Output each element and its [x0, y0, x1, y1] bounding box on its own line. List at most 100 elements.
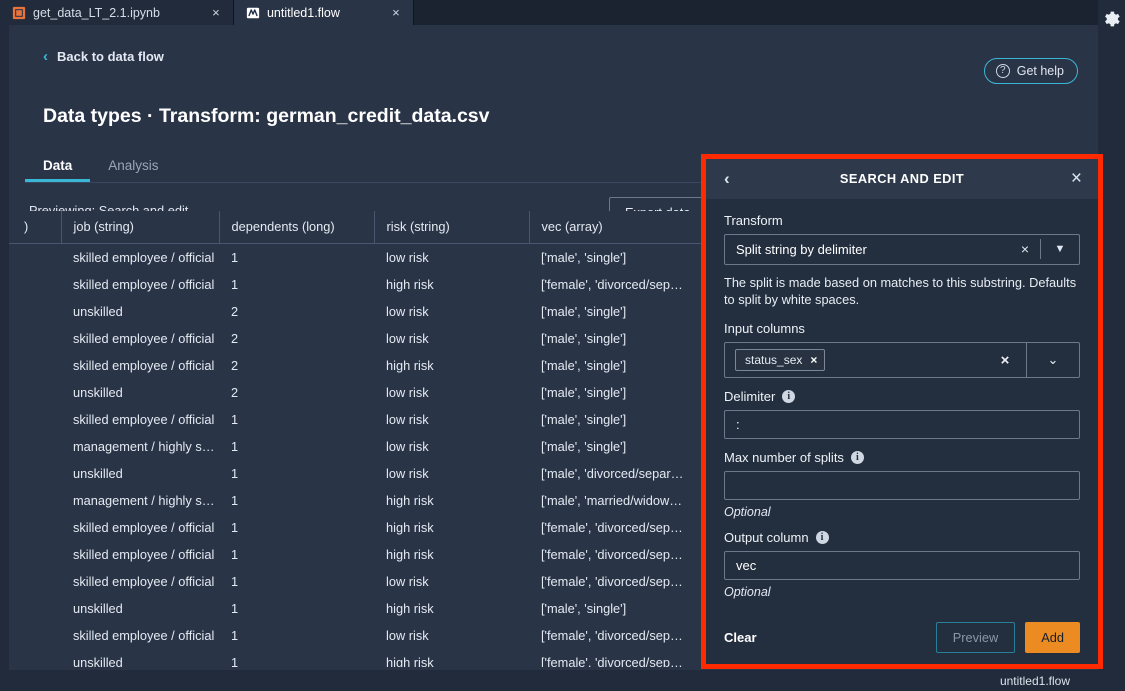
status-bar-filename: untitled1.flow — [999, 673, 1070, 688]
max-splits-field-label: Max number of splits i — [724, 450, 1080, 465]
chip-remove-icon[interactable]: × — [810, 353, 817, 367]
table-cell-dependents: 2 — [231, 358, 239, 373]
table-cell-job: skilled employee / official — [73, 547, 215, 562]
editor-tab-notebook[interactable]: get_data_LT_2.1.ipynb × — [0, 0, 234, 25]
tab-data[interactable]: Data — [25, 158, 90, 182]
transform-description: The split is made based on matches to th… — [724, 274, 1077, 308]
notebook-icon — [12, 6, 26, 19]
gear-icon[interactable] — [1101, 9, 1121, 29]
transform-clear-icon[interactable]: × — [1010, 241, 1040, 257]
max-splits-input[interactable] — [724, 471, 1080, 501]
panel-back-icon[interactable]: ‹ — [724, 169, 730, 189]
question-mark-icon: ? — [995, 64, 1010, 78]
table-cell-dependents: 2 — [231, 304, 239, 319]
table-cell-job: management / highly s… — [73, 439, 215, 454]
input-column-chip[interactable]: status_sex × — [735, 349, 826, 372]
table-cell-idx — [9, 379, 61, 406]
chip-label: status_sex — [745, 353, 803, 368]
table-cell-job: skilled employee / official — [73, 331, 215, 346]
table-cell-risk: low risk — [386, 385, 429, 400]
input-columns-clear-icon[interactable]: × — [984, 352, 1026, 369]
tab-bar-empty-area — [413, 0, 1125, 25]
table-cell-dependents: 1 — [231, 412, 239, 427]
table-cell-dependents: 1 — [231, 655, 239, 667]
table-cell-risk: high risk — [386, 547, 434, 562]
table-cell-job: skilled employee / official — [73, 520, 215, 535]
get-help-button[interactable]: ? Get help — [983, 58, 1078, 84]
delimiter-value: : — [736, 417, 740, 433]
table-cell-idx — [9, 541, 61, 568]
table-cell-idx — [9, 595, 61, 622]
app-root: get_data_LT_2.1.ipynb × untitled1.flow ×… — [0, 0, 1125, 691]
table-cell-idx — [9, 271, 61, 298]
status-bar: untitled1.flow — [9, 670, 1098, 691]
table-cell-risk: low risk — [386, 574, 429, 589]
panel-header: ‹ SEARCH AND EDIT × — [706, 159, 1098, 199]
delimiter-input[interactable]: : — [724, 410, 1080, 440]
panel-footer: Clear Preview Add — [706, 610, 1098, 664]
table-cell-dependents: 1 — [231, 574, 239, 589]
clear-button[interactable]: Clear — [724, 630, 757, 645]
info-icon[interactable]: i — [850, 451, 864, 465]
add-button[interactable]: Add — [1025, 621, 1080, 653]
table-cell-risk: high risk — [386, 358, 434, 373]
table-cell-risk: low risk — [386, 304, 429, 319]
column-header-job[interactable]: job (string) — [61, 211, 220, 244]
editor-tab-bar: get_data_LT_2.1.ipynb × untitled1.flow × — [0, 0, 1125, 25]
table-cell-dependents: 2 — [231, 331, 239, 346]
table-cell-idx — [9, 622, 61, 649]
table-cell-job: unskilled — [73, 304, 123, 319]
left-rail — [0, 25, 9, 691]
table-cell-idx — [9, 352, 61, 379]
input-columns-label-text: Input columns — [724, 321, 805, 337]
column-header-index[interactable]: ) — [9, 211, 62, 244]
table-cell-dependents: 1 — [231, 547, 239, 562]
input-columns-multiselect[interactable]: status_sex × × ⌄ — [724, 342, 1080, 379]
info-icon[interactable]: i — [815, 531, 829, 545]
output-column-input[interactable]: vec — [724, 551, 1080, 581]
table-cell-risk: low risk — [386, 331, 429, 346]
output-column-field-label: Output column i — [724, 530, 1080, 545]
chevron-down-icon[interactable]: ▼ — [1041, 243, 1079, 255]
transform-label-text: Transform — [724, 212, 783, 228]
table-cell-risk: low risk — [386, 466, 429, 481]
table-cell-risk: low risk — [386, 439, 429, 454]
table-cell-idx — [9, 433, 61, 460]
search-and-edit-panel: ‹ SEARCH AND EDIT × Transform Split stri… — [706, 159, 1098, 664]
table-cell-job: unskilled — [73, 655, 123, 667]
panel-title: SEARCH AND EDIT — [839, 171, 965, 187]
table-cell-risk: low risk — [386, 412, 429, 427]
output-column-value: vec — [736, 558, 757, 574]
panel-close-icon[interactable]: × — [1071, 169, 1082, 188]
table-cell-risk: high risk — [386, 493, 434, 508]
table-cell-idx — [9, 568, 61, 595]
page-title: Data types · Transform: german_credit_da… — [43, 105, 490, 127]
table-cell-idx — [9, 514, 61, 541]
table-cell-risk: high risk — [386, 655, 434, 667]
tab-analysis[interactable]: Analysis — [90, 158, 176, 182]
editor-tab-flow[interactable]: untitled1.flow × — [233, 0, 414, 25]
delimiter-label-text: Delimiter — [724, 389, 776, 405]
preview-button[interactable]: Preview — [935, 621, 1016, 653]
max-splits-label-text: Max number of splits — [724, 450, 844, 466]
table-cell-idx — [9, 298, 61, 325]
output-column-label-text: Output column — [724, 530, 809, 546]
table-cell-job: unskilled — [73, 601, 123, 616]
table-cell-dependents: 2 — [231, 385, 239, 400]
table-cell-idx — [9, 244, 61, 272]
editor-tab-close-icon[interactable]: × — [389, 5, 403, 20]
table-cell-idx — [9, 325, 61, 352]
table-cell-idx — [9, 487, 61, 514]
table-cell-job: unskilled — [73, 385, 123, 400]
chevron-down-icon[interactable]: ⌄ — [1027, 352, 1079, 368]
transform-select[interactable]: Split string by delimiter × ▼ — [724, 233, 1080, 265]
editor-tab-close-icon[interactable]: × — [209, 5, 223, 20]
info-icon[interactable]: i — [782, 390, 796, 404]
column-header-dependents[interactable]: dependents (long) — [219, 211, 375, 244]
table-cell-dependents: 1 — [231, 277, 239, 292]
editor-tab-label: untitled1.flow — [266, 5, 340, 20]
table-cell-job: unskilled — [73, 466, 123, 481]
column-header-risk[interactable]: risk (string) — [374, 211, 530, 244]
table-cell-idx — [9, 649, 61, 667]
back-to-data-flow-link[interactable]: ‹ Back to data flow — [43, 49, 164, 64]
